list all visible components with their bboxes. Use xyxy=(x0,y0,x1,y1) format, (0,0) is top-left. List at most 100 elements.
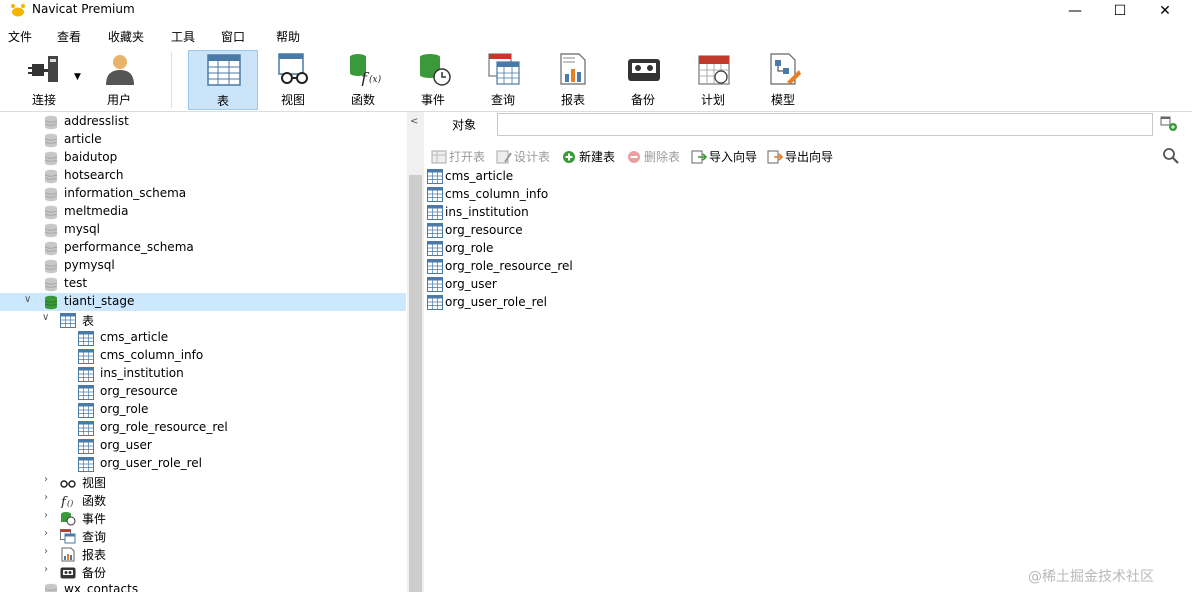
model-button[interactable]: 模型 xyxy=(751,50,815,110)
tree-database-label: mysql xyxy=(64,222,100,236)
watermark: @稀土掘金技术社区 xyxy=(1028,569,1154,585)
tree-group-label: 备份 xyxy=(82,566,107,580)
database-icon xyxy=(44,205,58,220)
table-icon xyxy=(78,403,94,418)
new-table-button[interactable]: 新建表 xyxy=(561,148,615,165)
tree-group[interactable]: › 报表 xyxy=(0,545,406,563)
tree-database[interactable]: article xyxy=(0,131,406,149)
event-icon xyxy=(420,54,451,86)
tree-database-open-label: tianti_stage xyxy=(64,294,135,308)
connect-dropdown-icon[interactable]: ▼ xyxy=(74,72,81,82)
collapse-arrow-icon[interactable]: › xyxy=(44,528,48,539)
tree-database-label: wx_contacts xyxy=(64,582,139,592)
tab-objects[interactable]: 对象 xyxy=(432,114,496,136)
tree-database[interactable]: wx_contacts xyxy=(0,581,406,592)
tree-table[interactable]: org_role xyxy=(0,401,406,419)
menu-favorites[interactable]: 收藏夹 xyxy=(108,28,144,45)
object-list: cms_article cms_column_info ins_institutio… xyxy=(425,167,1192,592)
collapse-arrow-icon[interactable]: › xyxy=(44,546,48,557)
tree-table[interactable]: org_role_resource_rel xyxy=(0,419,406,437)
tree-database[interactable]: hotsearch xyxy=(0,167,406,185)
import-wizard-button[interactable]: 导入向导 xyxy=(691,148,757,165)
tree-database[interactable]: baidutop xyxy=(0,149,406,167)
object-list-item-label: cms_column_info xyxy=(445,187,549,201)
user-button[interactable]: 用户 xyxy=(87,50,151,110)
tree-table-label: org_role xyxy=(100,402,149,416)
tree-group[interactable]: › 事件 xyxy=(0,509,406,527)
view-label: 视图 xyxy=(280,93,305,107)
export-wizard-button[interactable]: 导出向导 xyxy=(767,148,833,165)
collapse-arrow-icon[interactable]: › xyxy=(44,492,48,503)
tree-database[interactable]: addresslist xyxy=(0,113,406,131)
tree-table[interactable]: ins_institution xyxy=(0,365,406,383)
collapse-arrow-icon[interactable]: › xyxy=(44,474,48,485)
tree-table[interactable]: org_resource xyxy=(0,383,406,401)
tree-database[interactable]: performance_schema xyxy=(0,239,406,257)
tree-database[interactable]: mysql xyxy=(0,221,406,239)
function-button[interactable]: f (x) 函数 xyxy=(331,50,395,110)
close-button[interactable]: ✕ xyxy=(1142,0,1188,22)
tree-database-open[interactable]: ∨ tianti_stage xyxy=(0,293,406,311)
tree-group[interactable]: › 视图 xyxy=(0,473,406,491)
tree-tables-group[interactable]: ∨ 表 xyxy=(0,311,406,329)
expand-arrow-icon[interactable]: ∨ xyxy=(24,294,31,305)
menu-tools[interactable]: 工具 xyxy=(171,28,195,45)
tree-table[interactable]: org_user xyxy=(0,437,406,455)
view-button[interactable]: 视图 xyxy=(261,50,325,110)
user-icon xyxy=(106,55,134,85)
menu-view[interactable]: 查看 xyxy=(57,28,81,45)
tree-group-label: 报表 xyxy=(82,548,107,562)
design-table-icon xyxy=(496,150,512,164)
maximize-button[interactable]: ☐ xyxy=(1097,0,1143,22)
event-button[interactable]: 事件 xyxy=(401,50,465,110)
schedule-button[interactable]: 计划 xyxy=(681,50,745,110)
menu-window[interactable]: 窗口 xyxy=(221,28,245,45)
query-button[interactable]: 查询 xyxy=(471,50,535,110)
model-icon xyxy=(770,53,801,85)
tree-table[interactable]: org_user_role_rel xyxy=(0,455,406,473)
tree-group[interactable]: › 备份 xyxy=(0,563,406,581)
backup-button[interactable]: 备份 xyxy=(611,50,675,110)
connect-button[interactable]: 连接 xyxy=(12,50,76,110)
tree-database[interactable]: information_schema xyxy=(0,185,406,203)
object-info-icon[interactable] xyxy=(1160,116,1178,132)
tree-table-label: cms_column_info xyxy=(100,348,204,362)
backup-icon xyxy=(628,59,660,81)
table-icon xyxy=(427,259,443,274)
tree-database-label: pymysql xyxy=(64,258,115,272)
tree-group[interactable]: › f() 函数 xyxy=(0,491,406,509)
tree-database[interactable]: meltmedia xyxy=(0,203,406,221)
object-list-item-label: cms_article xyxy=(445,169,514,183)
search-icon[interactable] xyxy=(1162,147,1180,165)
minimize-button[interactable]: — xyxy=(1052,0,1098,22)
toolbar-separator xyxy=(171,52,172,108)
table-icon xyxy=(427,277,443,292)
tree-group-label: 函数 xyxy=(82,494,107,508)
table-icon xyxy=(427,169,443,184)
expand-arrow-icon[interactable]: ∨ xyxy=(42,312,49,323)
design-table-button[interactable]: 设计表 xyxy=(496,148,550,165)
table-icon xyxy=(78,367,94,382)
function-group-icon: f() xyxy=(60,495,73,508)
open-table-button[interactable]: 打开表 xyxy=(431,148,485,165)
import-wizard-label: 导入向导 xyxy=(709,150,758,164)
tree-database[interactable]: test xyxy=(0,275,406,293)
tree-table[interactable]: cms_article xyxy=(0,329,406,347)
collapse-arrow-icon[interactable]: › xyxy=(44,564,48,575)
tree-group[interactable]: › 查询 xyxy=(0,527,406,545)
tree-table-label: ins_institution xyxy=(100,366,184,380)
database-icon xyxy=(44,223,58,238)
menu-file[interactable]: 文件 xyxy=(8,28,32,45)
tree-table[interactable]: cms_column_info xyxy=(0,347,406,365)
tree-database[interactable]: pymysql xyxy=(0,257,406,275)
tree-database-label: baidutop xyxy=(64,150,118,164)
table-button[interactable]: 表 xyxy=(188,50,258,110)
report-button[interactable]: 报表 xyxy=(541,50,605,110)
database-icon xyxy=(44,187,58,202)
menu-help[interactable]: 帮助 xyxy=(276,28,300,45)
delete-table-button[interactable]: 删除表 xyxy=(626,148,680,165)
collapse-arrow-icon[interactable]: › xyxy=(44,510,48,521)
tree-scrollbar-thumb[interactable] xyxy=(409,175,422,592)
tab-collapse-icon[interactable]: < xyxy=(410,116,418,127)
database-icon xyxy=(44,277,58,292)
